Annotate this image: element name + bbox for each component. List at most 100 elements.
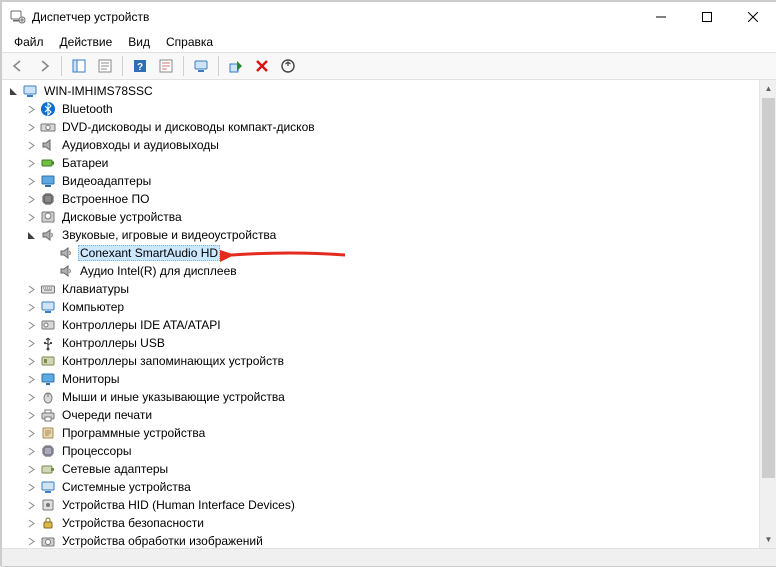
window-title: Диспетчер устройств bbox=[32, 10, 149, 24]
maximize-button[interactable] bbox=[684, 2, 730, 32]
expand-icon[interactable] bbox=[24, 514, 38, 532]
hid-icon bbox=[40, 497, 56, 513]
speaker-icon bbox=[40, 137, 56, 153]
action-properties-button[interactable] bbox=[154, 54, 178, 78]
expand-icon[interactable] bbox=[24, 370, 38, 388]
expand-icon[interactable] bbox=[24, 298, 38, 316]
show-hide-tree-button[interactable] bbox=[67, 54, 91, 78]
tree-category-firmware[interactable]: Встроенное ПО bbox=[6, 190, 759, 208]
scroll-up-button[interactable]: ▲ bbox=[760, 80, 776, 97]
bluetooth-icon bbox=[40, 101, 56, 117]
expand-icon[interactable] bbox=[24, 100, 38, 118]
svg-text:?: ? bbox=[137, 62, 143, 73]
expand-icon[interactable] bbox=[24, 496, 38, 514]
tree-category-network-adapters[interactable]: Сетевые адаптеры bbox=[6, 460, 759, 478]
tree-device-intel-display-audio[interactable]: Аудио Intel(R) для дисплеев bbox=[6, 262, 759, 280]
back-button[interactable] bbox=[6, 54, 30, 78]
tree-area: WIN-IMHIMS78SSC Bluetooth DVD-дисководы … bbox=[2, 80, 776, 548]
network-adapter-icon bbox=[40, 461, 56, 477]
tree-category-imaging-devices[interactable]: Устройства обработки изображений bbox=[6, 532, 759, 548]
update-driver-button[interactable] bbox=[276, 54, 300, 78]
collapse-icon[interactable] bbox=[24, 226, 38, 244]
expand-icon[interactable] bbox=[24, 352, 38, 370]
scan-hardware-button[interactable] bbox=[189, 54, 213, 78]
tree-category-monitors[interactable]: Мониторы bbox=[6, 370, 759, 388]
camera-icon bbox=[40, 533, 56, 548]
tree-category-dvd[interactable]: DVD-дисководы и дисководы компакт-дисков bbox=[6, 118, 759, 136]
tree-category-disk-drives[interactable]: Дисковые устройства bbox=[6, 208, 759, 226]
tree-category-audio-io[interactable]: Аудиовходы и аудиовыходы bbox=[6, 136, 759, 154]
tree-category-security-devices[interactable]: Устройства безопасности bbox=[6, 514, 759, 532]
tree-category-software-devices[interactable]: Программные устройства bbox=[6, 424, 759, 442]
disc-drive-icon bbox=[40, 119, 56, 135]
tree-root[interactable]: WIN-IMHIMS78SSC bbox=[6, 82, 759, 100]
tree-category-processors[interactable]: Процессоры bbox=[6, 442, 759, 460]
expand-icon[interactable] bbox=[24, 172, 38, 190]
tree-device-conexant[interactable]: Conexant SmartAudio HD bbox=[6, 244, 759, 262]
expand-icon[interactable] bbox=[24, 388, 38, 406]
speaker-icon bbox=[58, 263, 74, 279]
tree-category-display-adapters[interactable]: Видеоадаптеры bbox=[6, 172, 759, 190]
toolbar-separator bbox=[61, 56, 62, 76]
scroll-down-button[interactable]: ▼ bbox=[760, 531, 776, 548]
device-tree[interactable]: WIN-IMHIMS78SSC Bluetooth DVD-дисководы … bbox=[2, 80, 759, 548]
tree-label: Устройства безопасности bbox=[60, 516, 206, 530]
minimize-button[interactable] bbox=[638, 2, 684, 32]
tree-label: Контроллеры запоминающих устройств bbox=[60, 354, 286, 368]
tree-label: Аудиовходы и аудиовыходы bbox=[60, 138, 221, 152]
tree-label: Контроллеры USB bbox=[60, 336, 167, 350]
expand-icon[interactable] bbox=[24, 190, 38, 208]
enable-device-button[interactable] bbox=[224, 54, 248, 78]
menu-action[interactable]: Действие bbox=[52, 33, 121, 51]
expand-icon[interactable] bbox=[24, 316, 38, 334]
expand-icon[interactable] bbox=[24, 136, 38, 154]
menu-file[interactable]: Файл bbox=[6, 33, 52, 51]
uninstall-device-button[interactable] bbox=[250, 54, 274, 78]
tree-category-ide-ata[interactable]: Контроллеры IDE ATA/ATAPI bbox=[6, 316, 759, 334]
toolbar-separator bbox=[183, 56, 184, 76]
menu-help[interactable]: Справка bbox=[158, 33, 221, 51]
tree-category-sound-video-game[interactable]: Звуковые, игровые и видеоустройства bbox=[6, 226, 759, 244]
expand-icon[interactable] bbox=[24, 334, 38, 352]
expand-icon[interactable] bbox=[24, 154, 38, 172]
expand-icon[interactable] bbox=[24, 478, 38, 496]
expand-icon[interactable] bbox=[24, 442, 38, 460]
tree-label: Программные устройства bbox=[60, 426, 207, 440]
expand-icon[interactable] bbox=[24, 118, 38, 136]
status-bar bbox=[2, 548, 776, 566]
tree-category-hid[interactable]: Устройства HID (Human Interface Devices) bbox=[6, 496, 759, 514]
vertical-scrollbar[interactable]: ▲ ▼ bbox=[759, 80, 776, 548]
tree-category-storage-controllers[interactable]: Контроллеры запоминающих устройств bbox=[6, 352, 759, 370]
expand-icon[interactable] bbox=[6, 82, 20, 100]
expand-icon[interactable] bbox=[24, 280, 38, 298]
toolbar-separator bbox=[218, 56, 219, 76]
properties-button[interactable] bbox=[93, 54, 117, 78]
tree-category-usb-controllers[interactable]: Контроллеры USB bbox=[6, 334, 759, 352]
help-button[interactable]: ? bbox=[128, 54, 152, 78]
menu-view[interactable]: Вид bbox=[120, 33, 158, 51]
expand-icon[interactable] bbox=[24, 208, 38, 226]
tree-label: Клавиатуры bbox=[60, 282, 131, 296]
forward-button[interactable] bbox=[32, 54, 56, 78]
tree-category-system-devices[interactable]: Системные устройства bbox=[6, 478, 759, 496]
tree-label: Bluetooth bbox=[60, 102, 115, 116]
battery-icon bbox=[40, 155, 56, 171]
close-button[interactable] bbox=[730, 2, 776, 32]
expand-icon[interactable] bbox=[24, 460, 38, 478]
tree-category-computer[interactable]: Компьютер bbox=[6, 298, 759, 316]
expand-icon[interactable] bbox=[24, 424, 38, 442]
expand-icon[interactable] bbox=[24, 406, 38, 424]
expand-icon[interactable] bbox=[24, 532, 38, 548]
tree-label: Контроллеры IDE ATA/ATAPI bbox=[60, 318, 223, 332]
display-adapter-icon bbox=[40, 173, 56, 189]
menu-bar: Файл Действие Вид Справка bbox=[2, 32, 776, 52]
tree-category-mice[interactable]: Мыши и иные указывающие устройства bbox=[6, 388, 759, 406]
tree-category-print-queues[interactable]: Очереди печати bbox=[6, 406, 759, 424]
tree-category-keyboards[interactable]: Клавиатуры bbox=[6, 280, 759, 298]
toolbar-separator bbox=[122, 56, 123, 76]
tree-category-bluetooth[interactable]: Bluetooth bbox=[6, 100, 759, 118]
tree-category-batteries[interactable]: Батареи bbox=[6, 154, 759, 172]
tree-label: Устройства обработки изображений bbox=[60, 534, 265, 548]
scroll-thumb[interactable] bbox=[762, 98, 775, 478]
tree-label: Дисковые устройства bbox=[60, 210, 184, 224]
